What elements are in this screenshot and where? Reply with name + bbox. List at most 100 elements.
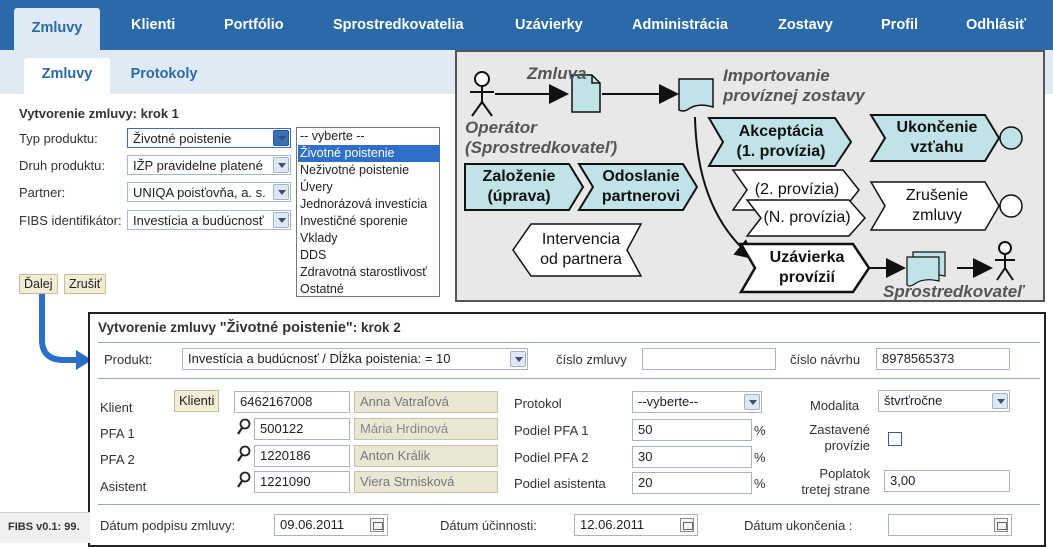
modalita-value: štvrťročne	[884, 393, 943, 408]
pfa1-id-input[interactable]: 500122	[254, 418, 350, 440]
podiel-asistenta-input[interactable]: 20	[632, 472, 752, 494]
footer: FIBS v0.1: 99.	[0, 512, 90, 543]
divider	[98, 342, 1040, 343]
search-icon[interactable]	[236, 445, 252, 463]
nav-portfolio[interactable]: Portfólio	[224, 0, 284, 50]
datum-ukoncenia-label: Dátum ukončenia :	[744, 518, 853, 533]
dropdown-option[interactable]: Vklady	[298, 230, 440, 247]
calendar-icon[interactable]	[994, 518, 1008, 532]
nav-klienti[interactable]: Klienti	[131, 0, 175, 50]
klient-id-input[interactable]: 6462167008	[234, 391, 350, 413]
chevron-down-icon	[273, 130, 289, 146]
calendar-icon[interactable]	[680, 518, 694, 532]
dropdown-option[interactable]: Neživotné poistenie	[298, 162, 440, 179]
datum-podpisu-input[interactable]: 09.06.2011	[274, 514, 388, 536]
diagram-zrusenie: Zrušenie zmluvy	[905, 187, 969, 224]
step2-title: Vytvorenie zmluvy "Životné poistenie": k…	[98, 320, 401, 336]
asistent-label: Asistent	[100, 479, 147, 494]
diagram-sprostredkovatel-label: Sprostredkovateľ	[883, 282, 1024, 301]
protokol-label: Protokol	[514, 396, 562, 411]
top-navigation: Zmluvy Klienti Portfólio Sprostredkovate…	[0, 0, 1053, 51]
modalita-select[interactable]: štvrťročne	[878, 390, 1010, 412]
step2-panel: Vytvorenie zmluvy "Životné poistenie": k…	[88, 312, 1046, 547]
chevron-down-icon	[992, 393, 1008, 409]
divider	[98, 504, 1040, 505]
podiel-pfa2-label: Podiel PFA 2	[514, 450, 589, 465]
dropdown-option[interactable]: -- vyberte --	[298, 128, 440, 145]
process-diagram: Zmluva Importovanie províznej zostavy Op…	[455, 50, 1045, 302]
asistent-name: Viera Strnisková	[354, 471, 498, 493]
poplatok-input[interactable]: 3,00	[884, 470, 1010, 492]
chevron-down-icon	[273, 157, 289, 173]
zastavene-provizie-checkbox[interactable]	[888, 432, 902, 446]
dropdown-option[interactable]: Zdravotná starostlivosť	[298, 264, 440, 281]
nav-zmluvy[interactable]: Zmluvy	[14, 8, 100, 50]
chevron-down-icon	[273, 212, 289, 228]
nav-zostavy[interactable]: Zostavy	[778, 0, 833, 50]
nav-profil[interactable]: Profil	[881, 0, 918, 50]
dropdown-option[interactable]: Jednorázová investícia	[298, 196, 440, 213]
percent-sign: %	[754, 423, 766, 438]
diagram-intervencia: Intervencia od partnera	[540, 231, 622, 268]
produkt-select[interactable]: Investícia a budúcnosť / Dĺžka poistenia…	[182, 348, 528, 370]
diagram-operator-label-2: (Sprostredkovateľ)	[465, 138, 618, 157]
tab-zmluvy[interactable]: Zmluvy	[24, 58, 110, 94]
chevron-down-icon	[273, 184, 289, 200]
version-text: FIBS v0.1: 99.	[8, 521, 80, 533]
protokol-select[interactable]: --vyberte--	[632, 391, 762, 413]
datum-ukoncenia-input[interactable]	[888, 514, 1012, 536]
produkt-value: Investícia a budúcnosť / Dĺžka poistenia…	[188, 351, 451, 366]
nav-uzavierky[interactable]: Uzávierky	[515, 0, 583, 50]
diagram-ukoncenie: Ukončenie vzťahu	[896, 119, 978, 156]
datum-ucinnosti-value: 12.06.2011	[580, 517, 645, 532]
druh-produktu-select[interactable]: IŽP pravidelne platené	[127, 155, 291, 175]
fibs-identifikator-value: Investícia a budúcnosť	[133, 213, 264, 228]
cislo-navrhu-input[interactable]: 8978565373	[876, 348, 1010, 370]
diagram-zmluva-label: Zmluva	[527, 64, 587, 83]
dropdown-option[interactable]: Ostatné	[298, 281, 440, 298]
klient-label: Klient	[100, 400, 133, 415]
nav-sprostredkovatelia[interactable]: Sprostredkovatelia	[333, 0, 464, 50]
dropdown-option-selected[interactable]: Životné poistenie	[298, 145, 440, 162]
datum-ucinnosti-input[interactable]: 12.06.2011	[574, 514, 698, 536]
diagram-provizia-2: (2. provízia)	[754, 181, 840, 198]
cislo-navrhu-label: číslo návrhu	[790, 352, 861, 367]
partner-select[interactable]: UNIQA poisťovňa, a. s.	[127, 182, 291, 202]
podiel-asistenta-label: Podiel asistenta	[514, 476, 606, 491]
typ-produktu-value: Životné poistenie	[133, 131, 232, 146]
podiel-pfa2-input[interactable]: 30	[632, 446, 752, 468]
protokol-value: --vyberte--	[638, 394, 698, 409]
chevron-down-icon	[510, 351, 526, 367]
partner-value: UNIQA poisťovňa, a. s.	[133, 185, 266, 200]
fibs-identifikator-select[interactable]: Investícia a budúcnosť	[127, 210, 291, 230]
typ-produktu-select[interactable]: Životné poistenie	[127, 128, 291, 148]
divider	[98, 378, 1040, 379]
nav-administracia[interactable]: Administrácia	[632, 0, 728, 50]
search-icon[interactable]	[236, 418, 252, 436]
typ-produktu-dropdown-list[interactable]: -- vyberte -- Životné poistenie Neživotn…	[296, 127, 440, 297]
tab-protokoly[interactable]: Protokoly	[118, 58, 210, 94]
calendar-icon[interactable]	[370, 518, 384, 532]
diagram-odoslanie: Odoslanie partnerovi	[601, 168, 681, 205]
dropdown-option[interactable]: Investičné sporenie	[298, 213, 440, 230]
zastavene-provizie-label: Zastavené provízie	[809, 422, 870, 453]
podiel-pfa1-input[interactable]: 50	[632, 419, 752, 441]
podiel-pfa1-label: Podiel PFA 1	[514, 423, 589, 438]
dalej-button[interactable]: Ďalej	[19, 274, 58, 294]
klienti-button[interactable]: Klienti	[174, 390, 220, 412]
pfa1-name: Mária Hrdinová	[354, 418, 498, 440]
pfa2-id-input[interactable]: 1220186	[254, 445, 350, 467]
pfa1-label: PFA 1	[100, 426, 135, 441]
diagram-zalozenie: Založenie (úprava)	[482, 168, 556, 205]
dropdown-option[interactable]: DDS	[298, 247, 440, 264]
asistent-id-input[interactable]: 1221090	[254, 471, 350, 493]
step1-title: Vytvorenie zmluvy: krok 1	[19, 106, 179, 121]
diagram-akceptacia: Akceptácia (1. provízia)	[736, 123, 826, 160]
search-icon[interactable]	[236, 471, 252, 489]
datum-podpisu-value: 09.06.2011	[280, 517, 345, 532]
zrusit-button[interactable]: Zrušiť	[64, 274, 107, 294]
cislo-zmluvy-input[interactable]	[642, 348, 776, 370]
nav-odhlasit[interactable]: Odhlásiť	[966, 0, 1026, 50]
dropdown-option[interactable]: Úvery	[298, 179, 440, 196]
fibs-identifikator-label: FIBS identifikátor:	[19, 213, 122, 228]
